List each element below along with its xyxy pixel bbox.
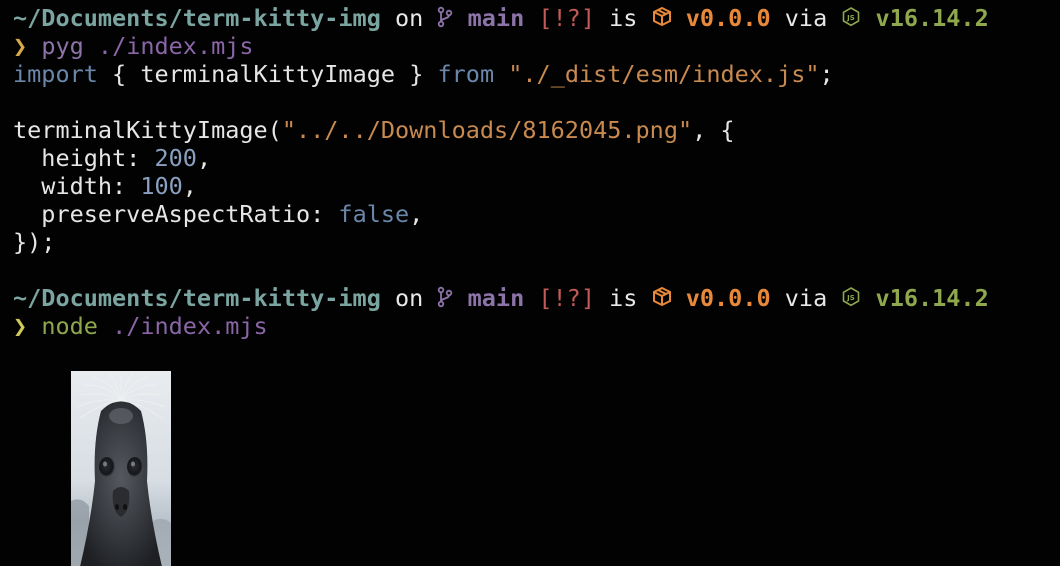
- code-import-path: "./_dist/esm/index.js": [508, 60, 820, 88]
- code-brace-close: }: [409, 60, 424, 88]
- code-semicolon: ;: [819, 60, 834, 88]
- nodejs-hexagon-icon: JS: [841, 6, 861, 34]
- git-branch-icon: [437, 6, 453, 34]
- prompt-via: via: [784, 4, 828, 32]
- prompt-via: via: [784, 284, 828, 312]
- svg-text:JS: JS: [847, 294, 856, 302]
- git-status: [!?]: [538, 4, 595, 32]
- git-branch-icon: [437, 286, 453, 314]
- code-line-import: import { terminalKittyImage } from "./_d…: [13, 60, 834, 88]
- code-line-width: width: 100,: [13, 172, 197, 200]
- code-line-closing: });: [13, 228, 55, 256]
- command-line-2: ❯ node ./index.mjs: [13, 312, 268, 340]
- code-import-keyword: import: [13, 60, 98, 88]
- command-arg: ./index.mjs: [97, 32, 254, 60]
- git-branch-name: main: [467, 284, 525, 312]
- code-import-name: terminalKittyImage: [140, 60, 396, 88]
- node-version: v16.14.2: [875, 284, 989, 312]
- code-preserve-value: false: [338, 200, 410, 228]
- code-comma: ,: [182, 172, 197, 200]
- code-height-key: height:: [41, 144, 141, 172]
- git-status: [!?]: [538, 284, 595, 312]
- package-box-icon: [652, 6, 672, 34]
- package-version: v0.0.0: [685, 4, 771, 32]
- prompt-line-1: ~/Documents/term-kitty-img on main [!?] …: [13, 4, 989, 32]
- command-name: node: [41, 312, 98, 340]
- nodejs-hexagon-icon: JS: [841, 286, 861, 314]
- prompt-is: is: [609, 4, 638, 32]
- git-branch-name: main: [467, 4, 525, 32]
- node-version: v16.14.2: [875, 4, 989, 32]
- package-box-icon: [652, 286, 672, 314]
- prompt-is: is: [609, 284, 638, 312]
- code-width-value: 100: [140, 172, 183, 200]
- code-line-preserve: preserveAspectRatio: false,: [13, 200, 423, 228]
- code-paren-open: (: [267, 116, 282, 144]
- code-brace-open: {: [112, 60, 127, 88]
- command-name: pyg: [41, 32, 84, 60]
- code-call-name: terminalKittyImage: [13, 116, 268, 144]
- code-line-height: height: 200,: [13, 144, 211, 172]
- code-closing: });: [13, 228, 56, 256]
- prompt-path: ~/Documents/term-kitty-img: [13, 284, 381, 312]
- code-call-arg: "../../Downloads/8162045.png": [281, 116, 693, 144]
- prompt-on: on: [395, 284, 424, 312]
- code-comma-brace: , {: [692, 116, 735, 144]
- command-arg: ./index.mjs: [112, 312, 268, 340]
- prompt-char: ❯: [13, 312, 28, 340]
- code-comma: ,: [409, 200, 424, 228]
- prompt-on: on: [395, 4, 424, 32]
- code-line-call: terminalKittyImage("../../Downloads/8162…: [13, 116, 735, 144]
- prompt-line-2: ~/Documents/term-kitty-img on main [!?] …: [13, 284, 989, 312]
- code-preserve-key: preserveAspectRatio:: [41, 200, 325, 228]
- seal-face-image: [14, 343, 171, 566]
- code-height-value: 200: [154, 144, 197, 172]
- package-version: v0.0.0: [685, 284, 771, 312]
- code-from-keyword: from: [437, 60, 495, 88]
- prompt-char: ❯: [13, 32, 28, 60]
- code-width-key: width:: [41, 172, 127, 200]
- command-line-1: ❯ pyg ./index.mjs: [13, 32, 254, 60]
- svg-text:JS: JS: [847, 14, 856, 22]
- code-comma: ,: [196, 144, 212, 172]
- terminal-window[interactable]: ~/Documents/term-kitty-img on main [!?] …: [0, 0, 1060, 566]
- prompt-path: ~/Documents/term-kitty-img: [13, 4, 381, 32]
